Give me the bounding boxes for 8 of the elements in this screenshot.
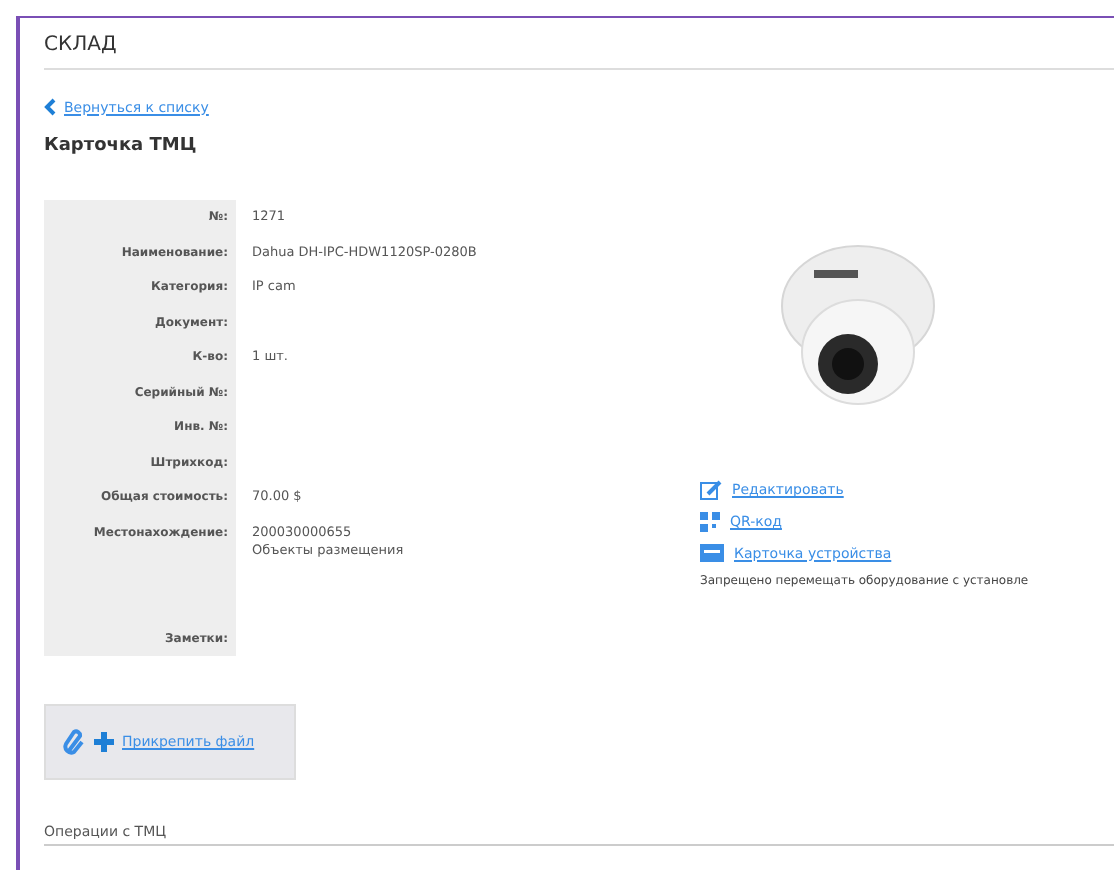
edit-icon [700,480,722,500]
card-icon [700,544,724,562]
plus-icon [94,732,114,752]
app-title: СКЛАД [44,34,117,56]
page-title: Карточка ТМЦ [44,136,199,156]
qr-code-icon [700,512,720,532]
chevron-left-icon [44,98,56,116]
paperclip-icon [62,726,86,758]
